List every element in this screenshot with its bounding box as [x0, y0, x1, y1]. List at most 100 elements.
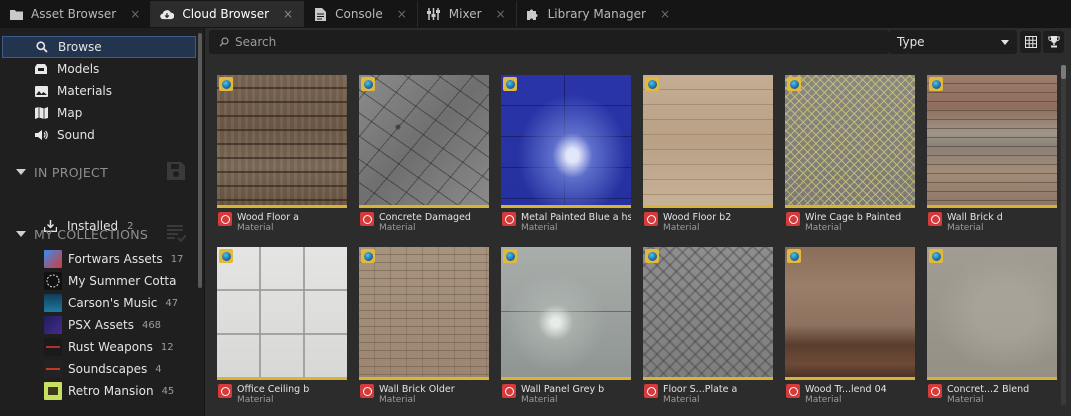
cloud-browser-window: Asset Browser × Cloud Browser × Console …: [0, 0, 1071, 416]
unreal-engine-icon: [644, 212, 658, 226]
asset-name: Concret...2 Blend: [947, 384, 1030, 395]
collection-item[interactable]: PSX Assets 468: [44, 316, 161, 334]
tab-cloud-browser[interactable]: Cloud Browser ×: [151, 1, 305, 27]
tab-mixer[interactable]: Mixer ×: [418, 1, 517, 27]
unreal-engine-icon: [218, 212, 232, 226]
asset-preview: [785, 75, 915, 205]
search-placeholder: Search: [235, 35, 277, 49]
asset-type: Material: [947, 395, 984, 405]
close-icon[interactable]: ×: [130, 7, 140, 21]
asset-card-wood-floor-a[interactable]: Wood Floor a Material: [217, 75, 347, 237]
asset-card-wood-trim-blend-04[interactable]: Wood Tr...lend 04 Material: [785, 247, 915, 409]
asset-name: Wall Brick Older: [379, 384, 455, 395]
item-count: 12: [160, 341, 174, 353]
close-icon[interactable]: ×: [397, 7, 407, 21]
grid-icon: [1024, 36, 1037, 48]
collection-label: PSX Assets: [68, 318, 134, 332]
collection-thumbnail: [44, 316, 62, 334]
asset-card-floor-steel-plate-a[interactable]: Floor S...Plate a Material: [643, 247, 773, 409]
sidebar-item-map[interactable]: Map: [2, 102, 196, 124]
asset-name: Office Ceiling b: [237, 384, 310, 395]
collection-item[interactable]: Rust Weapons 12: [44, 338, 174, 356]
search-input[interactable]: Search: [209, 30, 889, 54]
asset-type: Material: [805, 395, 842, 405]
sidebar-item-label: Materials: [57, 84, 113, 98]
asset-accent-bar: [643, 377, 773, 380]
collection-label: Fortwars Assets: [68, 252, 163, 266]
sidebar-scrollbar[interactable]: [198, 33, 202, 288]
close-icon[interactable]: ×: [496, 7, 506, 21]
collection-item[interactable]: My Summer Cotta: [44, 272, 185, 290]
scrollbar-thumb[interactable]: [1061, 65, 1066, 79]
sidebar-item-materials[interactable]: Materials: [2, 80, 196, 102]
tab-library-manager[interactable]: Library Manager ×: [517, 1, 680, 27]
asset-preview: [359, 75, 489, 205]
asset-card-wall-panel-grey-b[interactable]: Wall Panel Grey b Material: [501, 247, 631, 409]
close-icon[interactable]: ×: [283, 7, 293, 21]
asset-type: Material: [237, 223, 274, 233]
asset-name: Floor S...Plate a: [663, 384, 738, 395]
tab-console[interactable]: Console ×: [304, 1, 418, 27]
grid-view-button[interactable]: [1020, 31, 1041, 53]
unreal-engine-icon: [360, 384, 374, 398]
asset-card-wall-brick-d[interactable]: Wall Brick d Material: [927, 75, 1057, 237]
asset-accent-bar: [501, 205, 631, 208]
unreal-engine-icon: [928, 212, 942, 226]
asset-preview: [927, 247, 1057, 377]
tab-label: Asset Browser: [31, 7, 117, 21]
collection-item[interactable]: Fortwars Assets 17: [44, 250, 183, 268]
type-dropdown-value: Type: [897, 35, 925, 49]
in-project-header[interactable]: IN PROJECT: [16, 162, 186, 181]
collection-item[interactable]: Retro Mansion 45: [44, 382, 174, 400]
asset-preview: [643, 75, 773, 205]
sidebar-item-models[interactable]: Models: [2, 58, 196, 80]
asset-preview: [501, 247, 631, 377]
asset-preview: [359, 247, 489, 377]
asset-preview: [643, 247, 773, 377]
asset-card-wall-brick-older[interactable]: Wall Brick Older Material: [359, 247, 489, 409]
puzzle-icon: [526, 7, 540, 21]
asset-name: Wire Cage b Painted: [805, 212, 902, 223]
search-icon: [219, 37, 229, 47]
collection-item[interactable]: Carson's Music 47: [44, 294, 178, 312]
asset-card-metal-painted-blue[interactable]: Metal Painted Blue a hs Material: [501, 75, 631, 237]
sidebar-item-label: Map: [57, 106, 83, 120]
collection-thumbnail: [44, 250, 62, 268]
asset-preview: [217, 75, 347, 205]
folder-icon: [9, 7, 23, 21]
section-title: MY COLLECTIONS: [34, 226, 149, 242]
chevron-down-icon: [1001, 40, 1009, 45]
document-icon: [313, 7, 327, 21]
collection-thumbnail: [44, 272, 62, 290]
asset-type: Material: [663, 395, 700, 405]
asset-name: Wall Brick d: [947, 212, 1003, 223]
asset-card-concrete-damaged[interactable]: Concrete Damaged Material: [359, 75, 489, 237]
asset-accent-bar: [927, 205, 1057, 208]
type-dropdown[interactable]: Type: [889, 30, 1017, 54]
collection-label: My Summer Cotta: [68, 274, 177, 288]
asset-accent-bar: [927, 377, 1057, 380]
sidebar-item-browse[interactable]: Browse: [2, 36, 196, 58]
collection-label: Retro Mansion: [68, 384, 154, 398]
asset-preview: [501, 75, 631, 205]
asset-card-wood-floor-b2[interactable]: Wood Floor b2 Material: [643, 75, 773, 237]
asset-name: Wood Floor a: [237, 212, 299, 223]
cloud-globe-icon: [361, 77, 375, 91]
asset-type: Material: [947, 223, 984, 233]
sidebar-item-sound[interactable]: Sound: [2, 124, 196, 146]
main-scrollbar[interactable]: [1061, 65, 1066, 405]
close-icon[interactable]: ×: [660, 7, 670, 21]
unreal-engine-icon: [360, 212, 374, 226]
sidebar-item-label: Sound: [57, 128, 95, 142]
collection-item[interactable]: Soundscapes 4: [44, 360, 162, 378]
cloud-globe-icon: [645, 249, 659, 263]
trophy-button[interactable]: [1043, 31, 1064, 53]
my-collections-header[interactable]: MY COLLECTIONS: [16, 225, 187, 243]
asset-card-concrete-blend[interactable]: Concret...2 Blend Material: [927, 247, 1057, 409]
asset-card-office-ceiling-b[interactable]: Office Ceiling b Material: [217, 247, 347, 409]
asset-accent-bar: [359, 205, 489, 208]
asset-card-wire-cage-b-painted[interactable]: Wire Cage b Painted Material: [785, 75, 915, 237]
asset-type: Material: [521, 395, 558, 405]
tab-asset-browser[interactable]: Asset Browser ×: [0, 1, 152, 27]
main-panel: Search Type Wood Floor a Material Concre…: [205, 28, 1071, 416]
